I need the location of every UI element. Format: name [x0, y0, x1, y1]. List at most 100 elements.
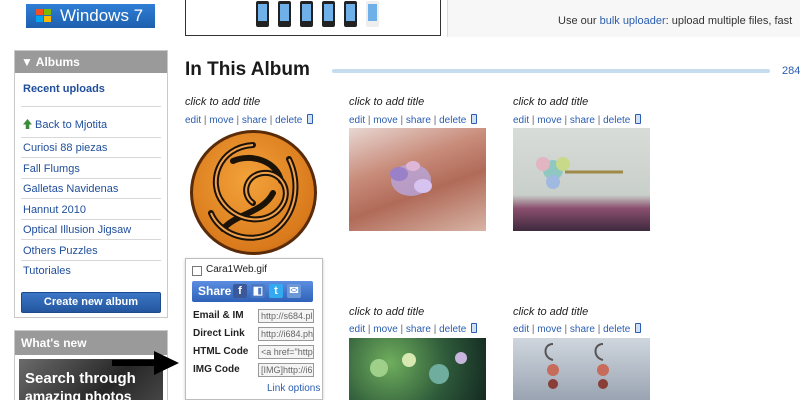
windows7-label: Windows 7	[60, 6, 144, 25]
photo-title[interactable]: click to add title	[185, 96, 260, 108]
twitter-icon[interactable]: t	[269, 284, 283, 298]
link-options-link[interactable]: Link options	[267, 383, 320, 394]
ring-illustration	[390, 161, 432, 196]
albums-title: Albums	[35, 55, 80, 69]
bulk-uploader-text: Use our bulk uploader: upload multiple f…	[558, 15, 792, 27]
email-icon[interactable]: ✉	[287, 284, 301, 298]
mobile-icon[interactable]	[635, 114, 642, 124]
move-link[interactable]: move	[373, 324, 397, 335]
flower-pin-illustration	[536, 157, 623, 189]
collapse-triangle-icon[interactable]: ▼	[21, 55, 33, 69]
divider	[21, 137, 161, 138]
move-link[interactable]: move	[537, 324, 561, 335]
share-link[interactable]: share	[570, 115, 595, 126]
up-arrow-icon	[23, 119, 32, 129]
mobile-icon[interactable]	[307, 114, 314, 124]
bulk-uploader-banner: Use our bulk uploader: upload multiple f…	[447, 0, 800, 37]
mobile-promo-banner[interactable]	[185, 0, 441, 36]
sidebar-item-fall-flumgs[interactable]: Fall Flumgs	[23, 163, 80, 175]
celtic-knot-pattern	[208, 142, 299, 241]
html-code-label: HTML Code	[193, 346, 249, 357]
photo-actions: edit | move | share | delete	[513, 323, 642, 335]
photo-actions: edit | move | share | delete	[513, 114, 642, 126]
photo-title[interactable]: click to add title	[349, 306, 424, 318]
photobucket-album-page: Windows 7 Use our bulk uploader: upload …	[0, 0, 800, 400]
photo-title[interactable]: click to add title	[349, 96, 424, 108]
sidebar-item-tutoriales[interactable]: Tutoriales	[23, 265, 71, 277]
promo-line2: amazing photos	[25, 388, 132, 400]
mobile-icon[interactable]	[635, 323, 642, 333]
edit-link[interactable]: edit	[513, 115, 529, 126]
delete-link[interactable]: delete	[439, 115, 466, 126]
sidebar-item-galletas[interactable]: Galletas Navidenas	[23, 183, 118, 195]
photo-actions: edit | move | share | delete	[349, 114, 478, 126]
html-code-field[interactable]: <a href="http	[258, 345, 314, 359]
img-code-field[interactable]: [IMG]http://i6	[258, 363, 314, 377]
beads-illustration	[370, 352, 467, 384]
recent-uploads-link[interactable]: Recent uploads	[23, 83, 105, 95]
divider	[21, 239, 161, 240]
right-arrow-icon	[112, 351, 179, 375]
edit-link[interactable]: edit	[349, 324, 365, 335]
photo-actions: edit | move | share | delete	[349, 323, 478, 335]
windows7-banner[interactable]: Windows 7	[26, 4, 155, 28]
page-title: In This Album	[185, 59, 310, 80]
mobile-icon[interactable]	[471, 114, 478, 124]
myspace-icon[interactable]: ◧	[251, 284, 265, 298]
select-checkbox[interactable]	[192, 266, 202, 276]
photo-thumbnail-beads[interactable]	[349, 338, 486, 400]
photo-title[interactable]: click to add title	[513, 306, 588, 318]
share-link[interactable]: share	[570, 324, 595, 335]
email-im-field[interactable]: http://s684.pl	[258, 309, 314, 323]
share-link[interactable]: share	[242, 115, 267, 126]
share-bar: Share f ◧ t ✉	[192, 281, 313, 302]
bulk-uploader-link[interactable]: bulk uploader	[600, 15, 666, 27]
sidebar-item-hannut[interactable]: Hannut 2010	[23, 204, 86, 216]
sidebar-item-curiosi[interactable]: Curiosi 88 piezas	[23, 142, 107, 154]
move-link[interactable]: move	[373, 115, 397, 126]
title-divider	[332, 69, 770, 73]
back-link-label: Back to Mjotita	[35, 119, 108, 131]
direct-link-field[interactable]: http://i684.ph	[258, 327, 314, 341]
share-link[interactable]: share	[406, 115, 431, 126]
bulk-prefix: Use our	[558, 15, 600, 27]
albums-header[interactable]: ▼ Albums	[15, 51, 167, 73]
filename-label: Cara1Web.gif	[206, 264, 267, 275]
delete-link[interactable]: delete	[439, 324, 466, 335]
sidebar-item-optical-illusion[interactable]: Optical Illusion Jigsaw	[23, 224, 131, 236]
create-new-album-button[interactable]: Create new album	[21, 292, 161, 313]
delete-link[interactable]: delete	[603, 115, 630, 126]
facebook-icon[interactable]: f	[233, 284, 247, 298]
divider	[21, 219, 161, 220]
divider	[21, 157, 161, 158]
divider	[21, 106, 161, 107]
photo-thumbnail-flower-pin[interactable]	[513, 128, 650, 231]
delete-link[interactable]: delete	[275, 115, 302, 126]
edit-link[interactable]: edit	[185, 115, 201, 126]
photo-thumbnail-ring[interactable]	[349, 128, 486, 231]
delete-link[interactable]: delete	[603, 324, 630, 335]
direct-link-label: Direct Link	[193, 328, 245, 339]
share-link[interactable]: share	[406, 324, 431, 335]
move-link[interactable]: move	[537, 115, 561, 126]
albums-panel: ▼ Albums Recent uploads Back to Mjotita …	[14, 50, 168, 318]
divider	[21, 198, 161, 199]
share-label: Share	[198, 284, 232, 298]
back-link[interactable]: Back to Mjotita	[23, 119, 107, 131]
photo-actions: edit | move | share | delete	[185, 114, 314, 126]
photo-thumbnail-earrings[interactable]	[513, 338, 650, 400]
mobile-icon[interactable]	[471, 323, 478, 333]
sidebar-item-others-puzzles[interactable]: Others Puzzles	[23, 245, 98, 257]
photo-title[interactable]: click to add title	[513, 96, 588, 108]
move-link[interactable]: move	[209, 115, 233, 126]
share-popup: Cara1Web.gif Share f ◧ t ✉ Email & IM ht…	[185, 258, 323, 400]
edit-link[interactable]: edit	[349, 115, 365, 126]
divider	[21, 260, 161, 261]
edit-link[interactable]: edit	[513, 324, 529, 335]
windows-logo-icon	[36, 9, 52, 23]
photo-count: 284	[782, 65, 800, 77]
bulk-suffix: : upload multiple files, fast	[665, 15, 793, 27]
img-code-label: IMG Code	[193, 364, 240, 375]
photo-thumbnail-celtic-knot[interactable]	[190, 130, 317, 255]
earrings-illustration	[544, 343, 609, 389]
